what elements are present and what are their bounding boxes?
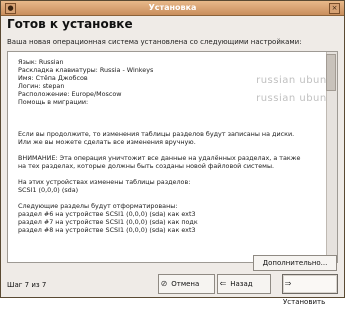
scrollbar[interactable] — [326, 52, 337, 262]
forward-arrow-icon: ⇒ — [284, 279, 292, 288]
summary-line: раздел #8 на устройстве SCSI1 (0,0,0) (s… — [18, 226, 196, 234]
summary-line: Язык: Russian — [18, 58, 64, 66]
cancel-icon: ⊘ — [160, 279, 168, 288]
install-button-label: Установить — [283, 298, 326, 306]
installer-window: ● Установка × Готов к установке Ваша нов… — [0, 0, 345, 306]
summary-line — [18, 146, 288, 154]
window-title: Установка — [148, 3, 197, 12]
scrollbar-thumb[interactable] — [326, 54, 336, 91]
summary-line: На этих устройствах изменены таблицы раз… — [18, 178, 191, 186]
summary-line: ВНИМАНИЕ: Эта операция уничтожит все дан… — [18, 154, 301, 162]
summary-line — [18, 122, 288, 130]
summary-line: Или же вы можете сделать все изменения в… — [18, 138, 196, 146]
close-icon[interactable]: × — [329, 3, 340, 14]
install-button[interactable]: ⇒ Установить — [282, 274, 338, 306]
summary-line — [18, 114, 288, 122]
watermark: russian ubuntu russian ubuntu — [208, 72, 338, 108]
watermark-line: russian ubuntu — [256, 93, 338, 104]
title-bar: ● Установка × — [1, 1, 344, 16]
summary-panel: Язык: Russian Раскладка клавиатуры: Russi… — [7, 51, 338, 263]
watermark-line: russian ubuntu — [256, 75, 338, 86]
cancel-button-label: Отмена — [171, 280, 200, 288]
page-subtitle: Ваша новая операционная система установл… — [7, 38, 302, 46]
summary-line: раздел #6 на устройстве SCSI1 (0,0,0) (s… — [18, 210, 196, 218]
back-button[interactable]: ⇐ Назад — [217, 274, 271, 294]
summary-line: Если вы продолжите, то изменения таблицы… — [18, 130, 295, 138]
back-button-label: Назад — [230, 280, 253, 288]
cancel-button[interactable]: ⊘ Отмена — [158, 274, 215, 294]
step-indicator: Шаг 7 из 7 — [7, 281, 47, 289]
summary-line: SCSI1 (0,0,0) (sda) — [18, 186, 79, 194]
summary-line: Следующие разделы будут отформатированы: — [18, 202, 178, 210]
summary-line — [18, 170, 288, 178]
back-arrow-icon: ⇐ — [219, 279, 227, 288]
page-heading: Готов к установке — [7, 17, 133, 31]
summary-line: на тех разделах, которые должны быть соз… — [18, 162, 275, 170]
summary-line — [18, 194, 288, 202]
summary-line: раздел #7 на устройстве SCSI1 (0,0,0) (s… — [18, 218, 198, 226]
advanced-button[interactable]: Дополнительно... — [253, 255, 337, 271]
